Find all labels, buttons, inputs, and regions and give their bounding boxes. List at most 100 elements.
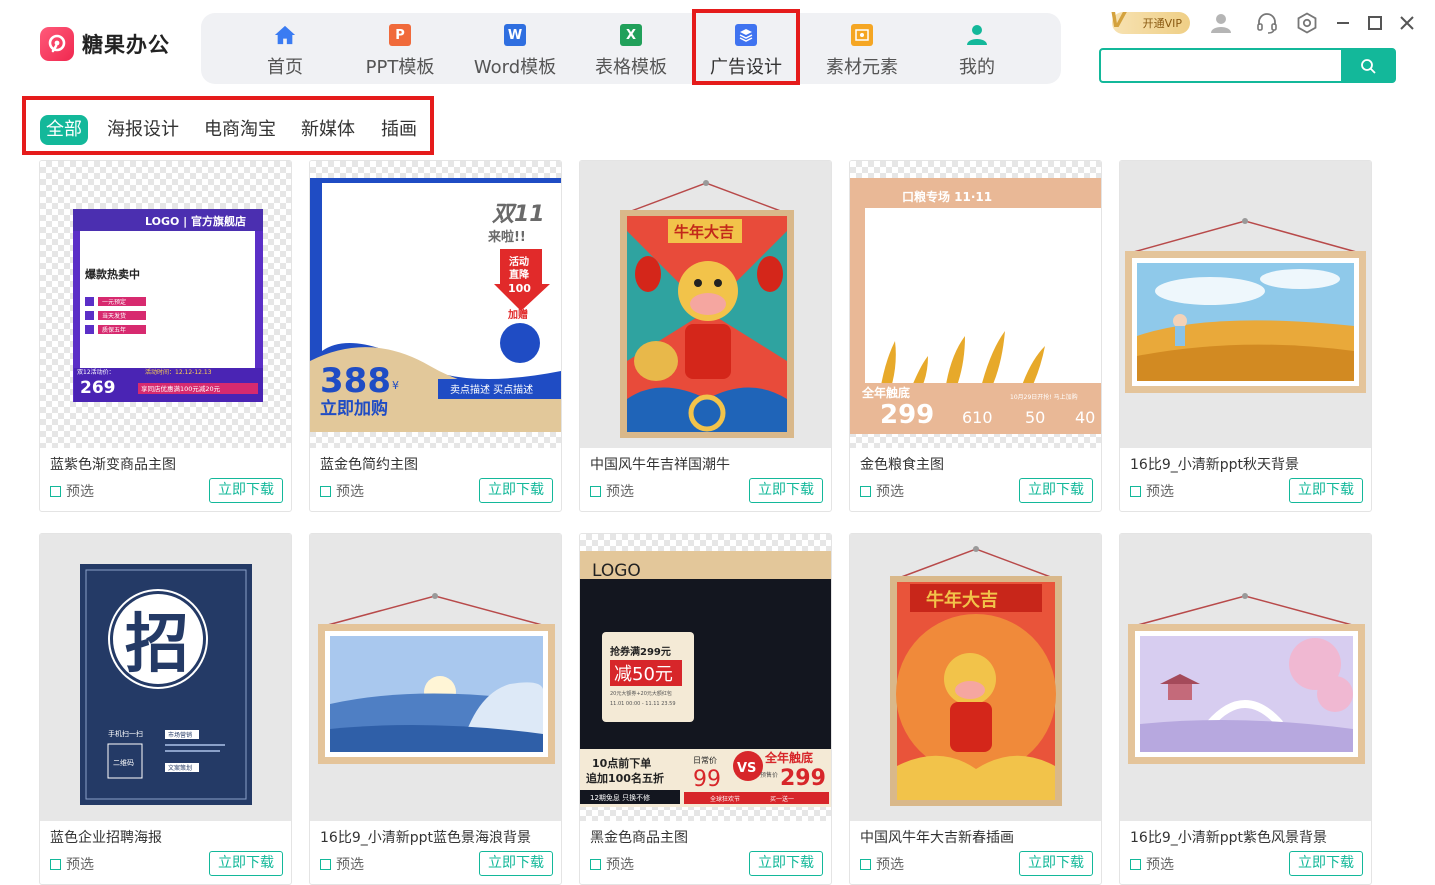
template-thumbnail[interactable]: 招 手机扫一扫 二维码 市场营销 文案策划	[40, 534, 291, 821]
nav-item-home[interactable]: 首页	[227, 13, 343, 84]
svg-text:一元预定: 一元预定	[102, 298, 126, 306]
svg-text:直降: 直降	[509, 268, 530, 281]
preview-checkbox[interactable]: 预选	[860, 481, 904, 501]
svg-text:文案策划: 文案策划	[168, 764, 192, 772]
card-title: 16比9_小清新ppt秋天背景	[1130, 457, 1299, 473]
preview-label: 预选	[1146, 484, 1174, 500]
preview-checkbox[interactable]: 预选	[1130, 854, 1174, 874]
template-card[interactable]: 爆款热卖中 一元预定 当天发货 质保五年 LOGO | 官方旗舰店 双12活动价…	[39, 160, 292, 512]
nav-item-mine[interactable]: 我的	[919, 13, 1035, 84]
template-thumbnail[interactable]: 爆款热卖中 一元预定 当天发货 质保五年 LOGO | 官方旗舰店 双12活动价…	[40, 161, 291, 448]
preview-checkbox[interactable]: 预选	[50, 481, 94, 501]
checkbox-icon	[50, 858, 61, 870]
svg-text:市场营销: 市场营销	[168, 731, 192, 739]
category-tabs: 全部 海报设计 电商淘宝 新媒体 插画	[22, 96, 434, 155]
template-card[interactable]: 牛年大吉 中国风牛年大吉新春插画 预选 立即下载	[849, 533, 1102, 885]
nav-label: Word模板	[473, 57, 557, 78]
template-card[interactable]: LOGO 抢券满299元 减50元 20元大额券+20元大额红包 11.01 0…	[579, 533, 832, 885]
svg-text:12期免息 只换不修: 12期免息 只换不修	[590, 793, 650, 802]
template-thumbnail[interactable]: LOGO 抢券满299元 减50元 20元大额券+20元大额红包 11.01 0…	[580, 534, 831, 821]
download-button[interactable]: 立即下载	[209, 478, 283, 503]
preview-label: 预选	[66, 857, 94, 873]
svg-text:LOGO | 官方旗舰店: LOGO | 官方旗舰店	[145, 214, 246, 228]
preview-checkbox[interactable]: 预选	[320, 854, 364, 874]
vip-button[interactable]: V 开通VIP	[1110, 8, 1190, 34]
preview-checkbox[interactable]: 预选	[860, 854, 904, 874]
template-card[interactable]: 16比9_小清新ppt秋天背景 预选 立即下载	[1119, 160, 1372, 512]
svg-text:11.01 00:00 - 11.11 23.59: 11.01 00:00 - 11.11 23.59	[610, 701, 676, 707]
search-button[interactable]	[1341, 48, 1395, 83]
template-thumbnail[interactable]	[310, 534, 561, 821]
preview-checkbox[interactable]: 预选	[1130, 481, 1174, 501]
template-card[interactable]: 牛年大吉 中国风牛年吉祥国潮牛 预选 立即下载	[579, 160, 832, 512]
nav-item-material[interactable]: 素材元素	[804, 13, 920, 84]
svg-text:双12活动价：: 双12活动价：	[77, 368, 115, 376]
checkbox-icon	[590, 485, 601, 497]
app-name: 糖果办公	[82, 33, 170, 57]
settings-icon[interactable]	[1296, 12, 1318, 34]
svg-text:100: 100	[508, 282, 531, 295]
download-button[interactable]: 立即下载	[1019, 478, 1093, 503]
card-title: 中国风牛年大吉新春插画	[860, 830, 1014, 846]
preview-label: 预选	[66, 484, 94, 500]
preview-label: 预选	[336, 484, 364, 500]
svg-text:299: 299	[780, 766, 826, 791]
user-icon	[966, 24, 988, 46]
svg-text:全年触底: 全年触底	[861, 385, 910, 400]
card-title: 中国风牛年吉祥国潮牛	[590, 457, 730, 473]
app-logo[interactable]: 糖果办公	[40, 26, 170, 62]
download-button[interactable]: 立即下载	[479, 478, 553, 503]
template-thumbnail[interactable]: 牛年大吉	[850, 534, 1101, 821]
card-title: 金色粮食主图	[860, 457, 944, 473]
category-tab-poster[interactable]: 海报设计	[107, 115, 179, 145]
template-card[interactable]: 16比9_小清新ppt紫色风景背景 预选 立即下载	[1119, 533, 1372, 885]
category-tab-all[interactable]: 全部	[40, 115, 88, 145]
template-card[interactable]: 口粮专场 11·11 全年触底 299 10月29日开抢! 马上加购 610 5…	[849, 160, 1102, 512]
template-thumbnail[interactable]	[1120, 161, 1371, 448]
preview-checkbox[interactable]: 预选	[50, 854, 94, 874]
preview-checkbox[interactable]: 预选	[320, 481, 364, 501]
template-card[interactable]: 招 手机扫一扫 二维码 市场营销 文案策划 蓝色企业招聘海报 预选 立即下载	[39, 533, 292, 885]
maximize-icon[interactable]	[1364, 12, 1386, 34]
template-thumbnail[interactable]: 双11 来啦!! 活动 直降 100 加赠 388 ¥ 立即加购 卖点描述 买点…	[310, 161, 561, 448]
nav-item-excel[interactable]: X 表格模板	[573, 13, 689, 84]
category-tab-ecommerce[interactable]: 电商淘宝	[204, 115, 276, 145]
download-button[interactable]: 立即下载	[209, 851, 283, 876]
svg-text:手机扫一扫: 手机扫一扫	[108, 729, 143, 738]
template-card[interactable]: 双11 来啦!! 活动 直降 100 加赠 388 ¥ 立即加购 卖点描述 买点…	[309, 160, 562, 512]
template-card[interactable]: 16比9_小清新ppt蓝色景海浪背景 预选 立即下载	[309, 533, 562, 885]
nav-item-word[interactable]: W Word模板	[457, 13, 573, 84]
svg-text:牛年大吉: 牛年大吉	[674, 223, 734, 241]
svg-text:享同店优惠满100元减20元: 享同店优惠满100元减20元	[141, 384, 221, 393]
svg-text:减50元: 减50元	[614, 664, 673, 685]
download-button[interactable]: 立即下载	[479, 851, 553, 876]
card-title: 蓝色企业招聘海报	[50, 830, 162, 846]
checkbox-icon	[860, 485, 871, 497]
card-title: 蓝紫色渐变商品主图	[50, 457, 176, 473]
search-input[interactable]	[1107, 54, 1341, 79]
download-button[interactable]: 立即下载	[749, 851, 823, 876]
svg-text:¥: ¥	[392, 379, 399, 392]
minimize-icon[interactable]	[1332, 12, 1354, 34]
nav-item-ppt[interactable]: P PPT模板	[342, 13, 458, 84]
category-tab-illustration[interactable]: 插画	[381, 115, 417, 145]
template-thumbnail[interactable]: 牛年大吉	[580, 161, 831, 448]
template-thumbnail[interactable]	[1120, 534, 1371, 821]
svg-text:全球狂欢节: 全球狂欢节	[710, 795, 740, 803]
download-button[interactable]: 立即下载	[749, 478, 823, 503]
svg-text:预售价: 预售价	[760, 771, 778, 779]
svg-text:当天发货: 当天发货	[102, 312, 126, 320]
preview-label: 预选	[876, 857, 904, 873]
headset-support-icon[interactable]	[1256, 12, 1278, 34]
preview-checkbox[interactable]: 预选	[590, 481, 634, 501]
svg-text:全年触底: 全年触底	[764, 750, 813, 765]
download-button[interactable]: 立即下载	[1289, 478, 1363, 503]
preview-checkbox[interactable]: 预选	[590, 854, 634, 874]
template-thumbnail[interactable]: 口粮专场 11·11 全年触底 299 10月29日开抢! 马上加购 610 5…	[850, 161, 1101, 448]
download-button[interactable]: 立即下载	[1019, 851, 1093, 876]
download-button[interactable]: 立即下载	[1289, 851, 1363, 876]
avatar-icon[interactable]	[1210, 12, 1232, 34]
category-tab-new-media[interactable]: 新媒体	[301, 115, 355, 145]
close-icon[interactable]	[1396, 12, 1418, 34]
svg-text:LOGO: LOGO	[592, 561, 641, 581]
